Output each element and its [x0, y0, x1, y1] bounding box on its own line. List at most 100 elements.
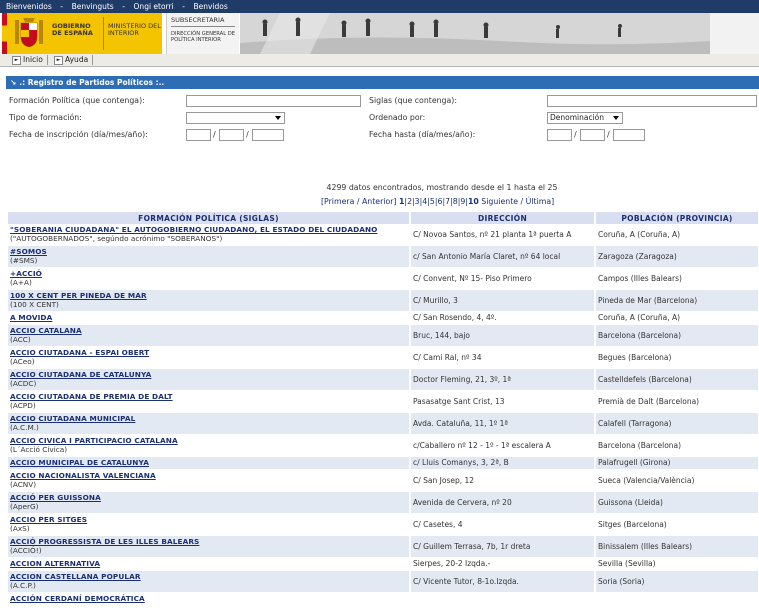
cell-formacion: ACCION CASTELLANA POPULAR (A.C.P.): [8, 570, 411, 593]
party-name-link[interactable]: #SOMOS: [10, 247, 407, 256]
tab-ayuda-label: Ayuda: [65, 55, 89, 64]
party-name-link[interactable]: ACCIÓ PER GUISSONA: [10, 493, 407, 502]
header-poblacion[interactable]: POBLACIÓN (PROVINCIA): [595, 212, 759, 224]
party-name-link[interactable]: ACCION CASTELLANA POPULAR: [10, 572, 407, 581]
party-siglas: ("AUTOGOBERNADOS", segúndo acrónimo "SOB…: [10, 234, 223, 244]
government-logo-block[interactable]: GOBIERNO DE ESPAÑA MINISTERIO DEL INTERI…: [2, 13, 162, 54]
result-count: 4299 datos encontrados, mostrando desde …: [326, 183, 558, 192]
party-name-link[interactable]: ACCIÓN CERDANÍ DEMOCRÁTICA: [10, 594, 407, 603]
fecha-inscripcion-anio-input[interactable]: [252, 129, 284, 141]
fecha-hasta-anio-input[interactable]: [613, 129, 645, 141]
fecha-inscripcion-mes-input[interactable]: [219, 129, 244, 141]
party-name-link[interactable]: ACCIO CIVICA I PARTICIPACIO CATALANA: [10, 436, 407, 445]
page-4[interactable]: 4: [422, 197, 427, 206]
party-name-link[interactable]: ACCIO CIUTADANA DE PREMIA DE DALT: [10, 392, 407, 401]
party-name-link[interactable]: ACCIO CIUTADANA MUNICIPAL: [10, 414, 407, 423]
cell-formacion: A MOVIDA: [8, 311, 411, 325]
lang-link-benvinguts[interactable]: Benvinguts: [72, 2, 114, 11]
party-siglas: (L´Acció Cívica): [10, 445, 68, 454]
cell-poblacion: Guissona (Lleida): [595, 491, 759, 514]
party-siglas: (AperG): [10, 502, 39, 511]
lang-link-benvidos[interactable]: Benvidos: [194, 2, 228, 11]
tab-inicio[interactable]: ► Inicio: [10, 55, 48, 65]
tipo-select[interactable]: [186, 112, 285, 124]
pager-last[interactable]: Última]: [526, 197, 555, 206]
header-formacion[interactable]: FORMACIÓN POLÍTICA (SIGLAS): [8, 212, 411, 224]
cell-direccion: C/ Convent, Nº 15- Piso Primero: [410, 267, 596, 290]
cell-direccion: C/ San Rosendo, 4, 4º.: [410, 311, 596, 325]
cell-formacion: ACCIÓN CERDANÍ DEMOCRÁTICA: [8, 592, 411, 606]
cell-direccion: C/ Novoa Santos, nº 21 planta 1ª puerta …: [410, 224, 596, 246]
party-name-link[interactable]: ACCIO CATALANA: [10, 326, 407, 335]
cell-poblacion: Binissalem (Illes Balears): [595, 535, 759, 558]
party-name-link[interactable]: ACCIO CIUTADANA - ESPAI OBERT: [10, 348, 407, 357]
party-name-link[interactable]: 100 X CENT PER PINEDA DE MAR: [10, 291, 407, 300]
subsecretaria-block: SUBSECRETARIA DIRECCIÓN GENERAL DE POLÍT…: [166, 13, 239, 54]
arrow-right-icon: ►: [12, 55, 21, 65]
party-name-link[interactable]: +ACCIÓ: [10, 269, 407, 278]
page-9[interactable]: 9: [460, 197, 465, 206]
page-10[interactable]: 10: [468, 197, 479, 206]
party-name-link[interactable]: ACCIO PER SITGES: [10, 515, 407, 524]
party-name-link[interactable]: ACCIO MUNICIPAL DE CATALUNYA: [10, 458, 407, 467]
nav-bar: ► Inicio ► Ayuda: [0, 54, 759, 67]
cell-poblacion: Castelldefels (Barcelona): [595, 368, 759, 391]
party-name-link[interactable]: ACCION ALTERNATIVA: [10, 559, 407, 568]
party-name-link[interactable]: ACCIÓ PROGRESSISTA DE LES ILLES BALEARS: [10, 537, 407, 546]
cell-direccion: C/ Cami Ral, nº 34: [410, 346, 596, 369]
separator: -: [122, 2, 125, 11]
table-row: ACCIÓ PROGRESSISTA DE LES ILLES BALEARS(…: [8, 535, 759, 558]
pager-next[interactable]: Siguiente: [481, 197, 518, 206]
lang-link-bienvenidos[interactable]: Bienvenidos: [6, 2, 52, 11]
cell-formacion: "SOBERANIA CIUDADANA" EL AUTOGOBIERNO CI…: [8, 224, 411, 246]
page-8[interactable]: 8: [453, 197, 458, 206]
tab-ayuda[interactable]: ► Ayuda: [52, 55, 94, 65]
header-direccion[interactable]: DIRECCIÓN: [410, 212, 596, 224]
page-3[interactable]: 3: [415, 197, 420, 206]
fecha-hasta-mes-input[interactable]: [580, 129, 605, 141]
pager-separator: /: [356, 197, 360, 206]
pager-prev[interactable]: Anterior]: [362, 197, 397, 206]
party-siglas: (ACDC): [10, 379, 37, 388]
siglas-label: Siglas (que contenga):: [369, 96, 457, 105]
fecha-hasta-dia-input[interactable]: [547, 129, 572, 141]
page-1[interactable]: 1: [399, 197, 404, 206]
cell-poblacion: Barcelona (Barcelona): [595, 324, 759, 347]
cell-direccion: Avenida de Cervera, nº 20: [410, 491, 596, 514]
party-siglas: (ACC): [10, 335, 31, 344]
fecha-hasta-label: Fecha hasta (día/mes/año):: [369, 130, 476, 139]
cell-formacion: 100 X CENT PER PINEDA DE MAR (100 X CENT): [8, 289, 411, 312]
page-6[interactable]: 6: [438, 197, 443, 206]
page-7[interactable]: 7: [445, 197, 450, 206]
ministerio-text: MINISTERIO DEL INTERIOR: [108, 22, 161, 37]
cell-formacion: ACCIÓ PER GUISSONA (AperG): [8, 491, 411, 514]
ordenado-select[interactable]: Denominación: [547, 112, 623, 124]
siglas-input[interactable]: [547, 95, 757, 107]
party-name-link[interactable]: ACCIO NACIONALISTA VALENCIANA: [10, 471, 407, 480]
table-row: ACCIO CIUTADANA DE CATALUNYA (ACDC) Doctor…: [8, 368, 759, 391]
page-5[interactable]: 5: [430, 197, 435, 206]
party-name-link[interactable]: A MOVIDA: [10, 313, 407, 322]
fecha-inscripcion-dia-input[interactable]: [186, 129, 211, 141]
pager-first[interactable]: [Primera: [321, 197, 354, 206]
table-body: "SOBERANIA CIUDADANA" EL AUTOGOBIERNO CI…: [8, 224, 759, 606]
table-row: ACCIO CIUTADANA MUNICIPAL (A.C.M.) Avda. C…: [8, 412, 759, 435]
cell-poblacion: Pineda de Mar (Barcelona): [595, 289, 759, 312]
cell-direccion: c/ Lluis Comanys, 3, 2ª, B: [410, 456, 596, 470]
language-bar: Bienvenidos - Benvinguts - Ongi etorri -…: [0, 0, 759, 13]
cell-direccion: C/ Vicente Tutor, 8-1o.Izqda.: [410, 570, 596, 593]
table-row: ACCIO CIUTADANA DE PREMIA DE DALT (ACPD) P…: [8, 390, 759, 413]
cell-poblacion: Coruña, A (Coruña, A): [595, 224, 759, 246]
cell-formacion: ACCIO CIUTADANA MUNICIPAL (A.C.M.): [8, 412, 411, 435]
page-2[interactable]: 2: [407, 197, 412, 206]
form-title-bar: ↘.: Registro de Partidos Políticos :..: [6, 76, 759, 89]
table-row: ACCIO CATALANA (ACC) Bruc, 144, bajo Barcel…: [8, 324, 759, 347]
separator: -: [182, 2, 185, 11]
lang-link-ongi-etorri[interactable]: Ongi etorri: [134, 2, 174, 11]
date-separator: /: [246, 130, 249, 139]
party-name-link[interactable]: "SOBERANIA CIUDADANA" EL AUTOGOBIERNO CI…: [10, 225, 407, 234]
table-row: ACCIÓN CERDANÍ DEMOCRÁTICA: [8, 592, 759, 606]
divider: [103, 17, 104, 50]
party-name-link[interactable]: ACCIO CIUTADANA DE CATALUNYA: [10, 370, 407, 379]
formacion-input[interactable]: [186, 95, 361, 107]
